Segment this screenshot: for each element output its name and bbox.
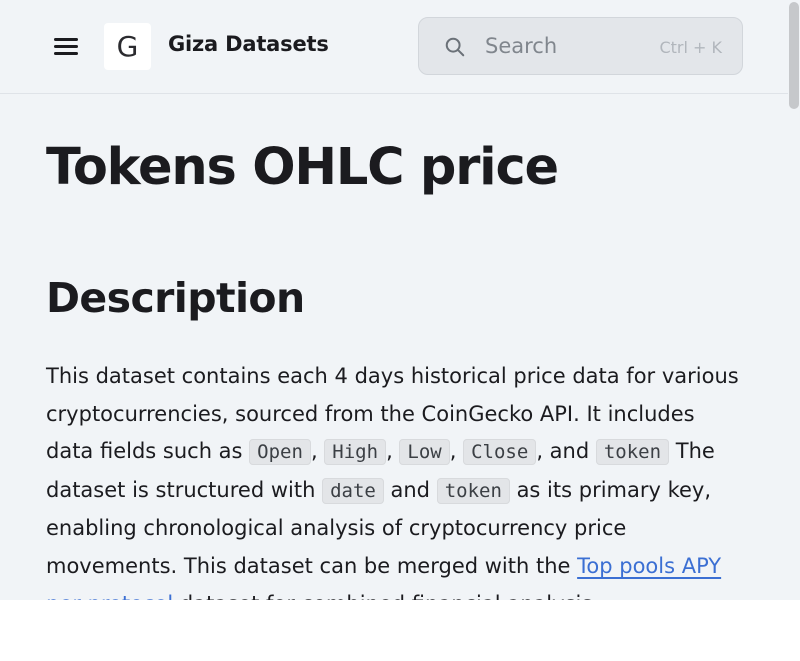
search-icon (445, 37, 465, 57)
search-input[interactable]: Search Ctrl + K (418, 17, 743, 75)
code-token: token (436, 477, 510, 504)
docs-viewport: G Giza Datasets Search Ctrl + K Tokens O… (0, 0, 800, 600)
scrollbar-thumb[interactable] (789, 2, 799, 109)
page-title: Tokens OHLC price (46, 138, 559, 197)
search-placeholder: Search (485, 34, 558, 58)
scrollbar[interactable] (788, 0, 800, 600)
search-shortcut: Ctrl + K (659, 38, 722, 57)
menu-icon[interactable] (50, 30, 82, 62)
description-paragraph: This dataset contains each 4 days histor… (46, 358, 746, 600)
paragraph-text: , (449, 439, 464, 464)
code-high: High (324, 439, 387, 466)
code-close: Close (463, 439, 537, 466)
paragraph-text: dataset for combined financial analysis (173, 592, 592, 600)
code-open: Open (249, 439, 311, 466)
site-title[interactable]: Giza Datasets (168, 32, 329, 56)
section-heading: Description (46, 274, 305, 322)
paragraph-text: , and (536, 439, 596, 464)
top-header: G Giza Datasets Search Ctrl + K (0, 0, 800, 94)
code-token: token (595, 439, 670, 466)
code-low: Low (399, 439, 450, 466)
paragraph-text: and (383, 477, 437, 502)
code-date: date (322, 477, 384, 504)
site-logo[interactable]: G (104, 23, 151, 70)
paragraph-text: , (310, 439, 325, 464)
paragraph-text: , (386, 439, 400, 464)
